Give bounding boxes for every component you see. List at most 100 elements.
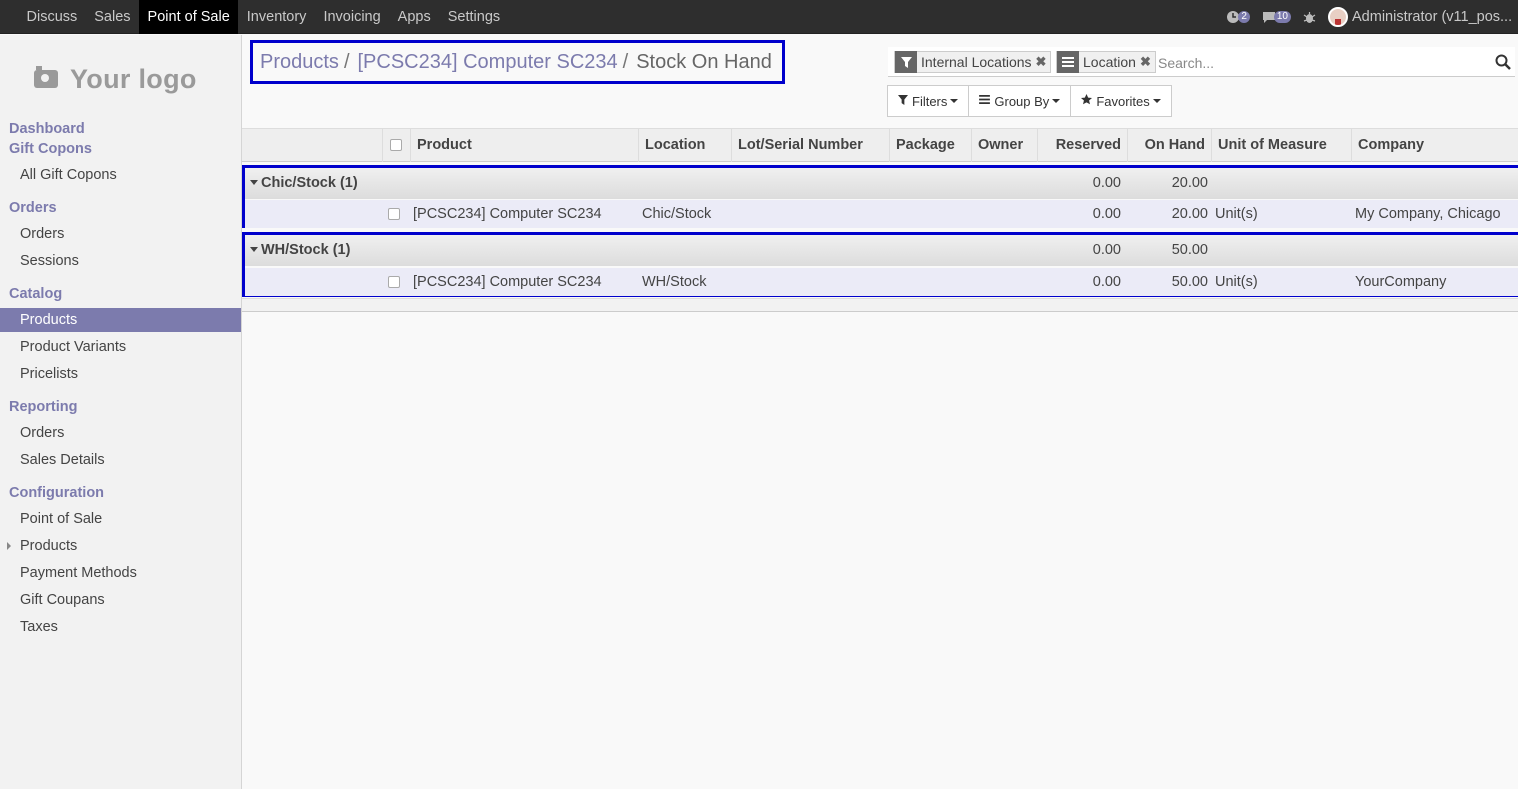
sidebar-item-config-products[interactable]: Products xyxy=(0,534,241,558)
group-by-label: Group By xyxy=(994,93,1050,109)
group-header-row[interactable]: Chic/Stock (1) 0.00 20.00 xyxy=(245,168,1518,199)
group-reserved: 0.00 xyxy=(1092,175,1121,191)
group-on-hand: 20.00 xyxy=(1171,175,1208,191)
cell-location: Chic/Stock xyxy=(642,206,712,222)
table-row[interactable]: [PCSC234] Computer SC234 Chic/Stock 0.00… xyxy=(245,200,1518,228)
group-chic-stock: Chic/Stock (1) 0.00 20.00 [PCSC234] Comp… xyxy=(242,165,1518,228)
facet-label: Internal Locations xyxy=(921,54,1032,70)
cell-reserved: 0.00 xyxy=(1092,274,1121,290)
sidebar-header-gift-copons[interactable]: Gift Copons xyxy=(9,141,92,157)
column-uom[interactable]: Unit of Measure xyxy=(1211,129,1351,162)
favorites-button[interactable]: Favorites xyxy=(1070,85,1172,117)
camera-icon xyxy=(34,66,58,88)
search-input[interactable] xyxy=(1158,53,1478,73)
sidebar-header-orders[interactable]: Orders xyxy=(9,200,57,216)
cell-reserved: 0.00 xyxy=(1092,206,1121,222)
sidebar-item-dashboard[interactable]: Dashboard xyxy=(9,121,85,137)
sidebar-item-all-gift-copons[interactable]: All Gift Copons xyxy=(0,163,241,187)
sidebar-header-catalog[interactable]: Catalog xyxy=(9,286,62,302)
search-box: Internal Locations ✖ Location ✖ xyxy=(888,47,1515,77)
breadcrumb-current: Stock On Hand xyxy=(636,50,772,73)
cell-on-hand: 20.00 xyxy=(1171,206,1208,222)
group-name: Chic/Stock (1) xyxy=(261,175,358,191)
column-company[interactable]: Company xyxy=(1351,129,1518,162)
column-reserved[interactable]: Reserved xyxy=(1037,129,1127,162)
group-wh-stock: WH/Stock (1) 0.00 50.00 [PCSC234] Comput… xyxy=(242,232,1518,297)
cell-location: WH/Stock xyxy=(642,274,707,290)
app-invoicing[interactable]: Invoicing xyxy=(315,0,389,34)
search-icon[interactable] xyxy=(1495,54,1511,70)
table-header: Product Location Lot/Serial Number Packa… xyxy=(242,128,1518,162)
app-sales[interactable]: Sales xyxy=(86,0,139,34)
cell-on-hand: 50.00 xyxy=(1171,274,1208,290)
sidebar-item-pricelists[interactable]: Pricelists xyxy=(0,362,241,386)
select-all-checkbox[interactable] xyxy=(390,139,402,151)
debug-menu[interactable] xyxy=(1303,11,1316,24)
sidebar-header-reporting[interactable]: Reporting xyxy=(9,399,77,415)
sidebar-item-gift-coupans[interactable]: Gift Coupans xyxy=(0,588,241,612)
column-lot[interactable]: Lot/Serial Number xyxy=(731,129,889,162)
filter-icon xyxy=(895,51,917,73)
close-icon[interactable]: ✖ xyxy=(1140,54,1155,70)
user-menu[interactable]: Administrator (v11_pos... xyxy=(1352,9,1518,25)
sidebar-header-configuration[interactable]: Configuration xyxy=(9,485,104,501)
app-inventory[interactable]: Inventory xyxy=(238,0,315,34)
select-all-cell xyxy=(382,129,410,162)
column-package[interactable]: Package xyxy=(889,129,971,162)
star-icon xyxy=(1081,94,1093,108)
app-settings[interactable]: Settings xyxy=(439,0,508,34)
activity-menu[interactable]: 2 xyxy=(1226,10,1250,24)
logo-text: Your logo xyxy=(70,63,197,94)
sidebar-item-products[interactable]: Products xyxy=(0,308,241,332)
sidebar-item-product-variants[interactable]: Product Variants xyxy=(0,335,241,359)
activity-count-badge: 2 xyxy=(1238,11,1250,23)
user-avatar[interactable] xyxy=(1328,7,1348,27)
chevron-down-icon xyxy=(1152,99,1161,103)
cell-product: [PCSC234] Computer SC234 xyxy=(413,206,602,222)
cell-uom: Unit(s) xyxy=(1215,274,1258,290)
app-discuss[interactable]: Discuss xyxy=(18,0,86,34)
sidebar-item-payment-methods[interactable]: Payment Methods xyxy=(0,561,241,585)
filters-button[interactable]: Filters xyxy=(887,85,970,117)
filters-label: Filters xyxy=(912,93,948,109)
facet-location: Location ✖ xyxy=(1056,51,1156,73)
facet-label: Location xyxy=(1083,54,1136,70)
sidebar-item-point-of-sale[interactable]: Point of Sale xyxy=(0,507,241,531)
caret-down-icon xyxy=(250,180,258,185)
app-point-of-sale[interactable]: Point of Sale xyxy=(139,0,239,34)
column-on-hand[interactable]: On Hand xyxy=(1127,129,1211,162)
sidebar-item-taxes[interactable]: Taxes xyxy=(0,615,241,639)
cell-uom: Unit(s) xyxy=(1215,206,1258,222)
group-by-button[interactable]: Group By xyxy=(968,85,1072,117)
table-row[interactable]: [PCSC234] Computer SC234 WH/Stock 0.00 5… xyxy=(245,268,1518,296)
sidebar-item-label: Products xyxy=(20,538,78,554)
close-icon[interactable]: ✖ xyxy=(1036,54,1051,70)
caret-right-icon xyxy=(7,542,11,550)
company-logo[interactable]: Your logo xyxy=(34,59,214,99)
bug-icon xyxy=(1303,11,1316,23)
systray: 2 10 Administrator (v11_pos... xyxy=(1226,0,1518,34)
row-checkbox[interactable] xyxy=(388,208,400,220)
sidebar: Your logo Dashboard Gift Copons All Gift… xyxy=(0,35,242,789)
app-apps[interactable]: Apps xyxy=(389,0,439,34)
sidebar-item-reporting-orders[interactable]: Orders xyxy=(0,421,241,445)
column-owner[interactable]: Owner xyxy=(971,129,1037,162)
table-footer xyxy=(242,298,1518,312)
sidebar-item-sales-details[interactable]: Sales Details xyxy=(0,448,241,472)
group-on-hand: 50.00 xyxy=(1171,242,1208,258)
chevron-down-icon xyxy=(1052,99,1061,103)
breadcrumb-separator: / xyxy=(343,50,350,73)
breadcrumb-product[interactable]: [PCSC234] Computer SC234 xyxy=(358,51,618,74)
group-reserved: 0.00 xyxy=(1092,242,1121,258)
column-location[interactable]: Location xyxy=(638,129,731,162)
column-product[interactable]: Product xyxy=(410,129,638,162)
app-menu: Discuss Sales Point of Sale Inventory In… xyxy=(18,0,509,34)
breadcrumb-products[interactable]: Products xyxy=(260,51,339,74)
cell-company: My Company, Chicago xyxy=(1355,206,1501,222)
messaging-menu[interactable]: 10 xyxy=(1262,11,1291,24)
sidebar-item-sessions[interactable]: Sessions xyxy=(0,249,241,273)
filter-icon xyxy=(898,94,908,108)
group-header-row[interactable]: WH/Stock (1) 0.00 50.00 xyxy=(245,235,1518,266)
row-checkbox[interactable] xyxy=(388,276,400,288)
sidebar-item-orders[interactable]: Orders xyxy=(0,222,241,246)
